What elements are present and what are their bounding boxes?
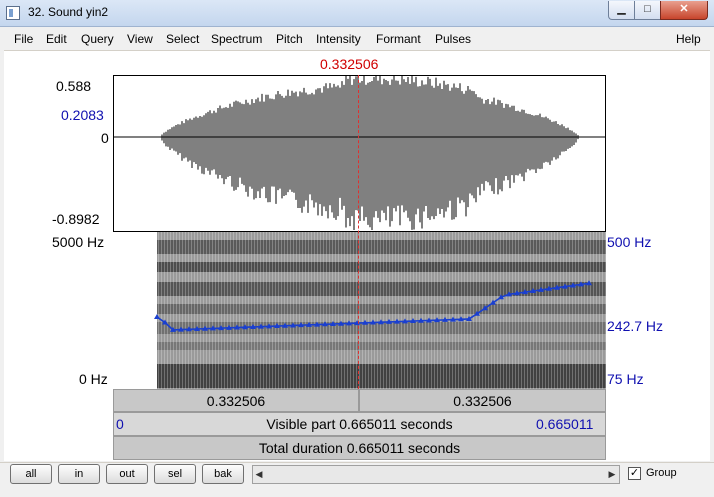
waveform-panel[interactable]	[113, 75, 606, 232]
menu-spectrum[interactable]: Spectrum	[211, 32, 262, 46]
zoom-out-button[interactable]: out	[106, 464, 148, 484]
spectrogram-panel[interactable]	[113, 232, 606, 389]
cursor-line	[358, 75, 359, 389]
waveform-zero-label: 0	[101, 130, 109, 146]
pitch-current-label: 242.7 Hz	[607, 318, 664, 334]
visible-part-label: Visible part 0.665011 seconds	[266, 416, 453, 432]
total-duration-bar[interactable]: Total duration 0.665011 seconds	[113, 436, 606, 460]
total-duration-label: Total duration 0.665011 seconds	[258, 440, 461, 456]
time-segment-left-label: 0.332506	[206, 393, 266, 409]
visible-start-label: 0	[116, 416, 124, 432]
waveform-cursor-value-label: 0.2083	[61, 107, 104, 123]
menu-file[interactable]: File	[14, 32, 33, 46]
horizontal-scrollbar[interactable]	[252, 465, 620, 484]
waveform-plot	[114, 76, 605, 230]
visible-end-label: 0.665011	[536, 416, 594, 432]
menu-formant[interactable]: Formant	[376, 32, 421, 46]
spectrogram-plot	[154, 232, 606, 389]
waveform-min-label: -0.8982	[52, 211, 100, 227]
zoom-all-button[interactable]: all	[10, 464, 52, 484]
waveform-max-label: 0.588	[56, 78, 92, 94]
spectrogram-bottom-frequency-label: 0 Hz	[79, 371, 108, 387]
menu-edit[interactable]: Edit	[46, 32, 67, 46]
zoom-selection-button[interactable]: sel	[154, 464, 196, 484]
maximize-button[interactable]: □	[634, 1, 661, 20]
pitch-bottom-label: 75 Hz	[607, 371, 644, 387]
menu-query[interactable]: Query	[81, 32, 114, 46]
group-checkbox[interactable]: ✓	[628, 467, 641, 480]
minimize-button[interactable]: ▁	[608, 1, 635, 20]
zoom-in-button[interactable]: in	[58, 464, 100, 484]
menu-pitch[interactable]: Pitch	[276, 32, 303, 46]
scroll-right-arrow-icon[interactable]: ▶	[606, 466, 618, 483]
scroll-left-arrow-icon[interactable]: ◀	[253, 466, 265, 483]
group-label: Group	[646, 467, 677, 479]
zoom-back-button[interactable]: bak	[202, 464, 244, 484]
menu-view[interactable]: View	[127, 32, 153, 46]
app-icon	[6, 6, 20, 20]
menu-pulses[interactable]: Pulses	[435, 32, 471, 46]
pitch-top-label: 500 Hz	[607, 234, 652, 250]
menu-intensity[interactable]: Intensity	[316, 32, 361, 46]
menu-help[interactable]: Help	[676, 32, 701, 46]
close-button[interactable]: ✕	[660, 1, 708, 20]
time-segment-right[interactable]: 0.332506	[359, 389, 606, 412]
time-segment-left[interactable]: 0.332506	[113, 389, 359, 412]
time-segment-right-label: 0.332506	[453, 393, 512, 409]
window-title: 32. Sound yin2	[28, 5, 109, 19]
spectrogram-top-frequency-label: 5000 Hz	[52, 234, 105, 250]
cursor-time-label: 0.332506	[320, 56, 379, 72]
menu-select[interactable]: Select	[166, 32, 199, 46]
visible-part-bar[interactable]: Visible part 0.665011 seconds	[113, 412, 606, 436]
menu-bar: File Edit Query View Select Spectrum Pit…	[4, 28, 710, 51]
